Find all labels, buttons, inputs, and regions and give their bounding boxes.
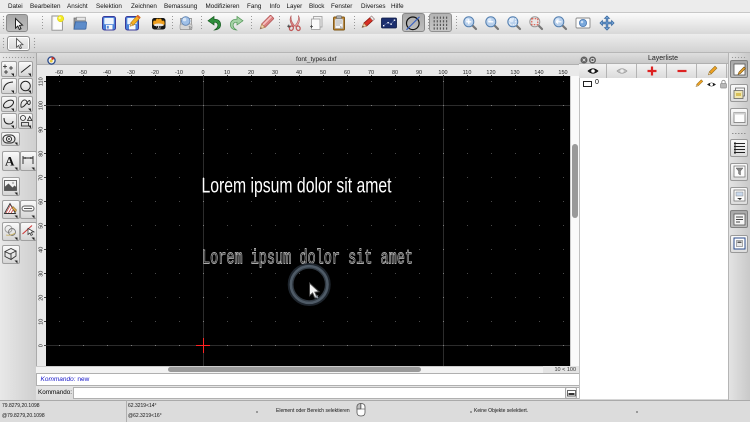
svg-text:100: 100 <box>39 101 45 110</box>
svg-text:10: 10 <box>39 319 45 325</box>
svg-text:50: 50 <box>39 223 45 229</box>
svg-text:40: 40 <box>39 247 45 253</box>
svg-text:90: 90 <box>39 127 45 133</box>
svg-text:60: 60 <box>39 199 45 205</box>
svg-text:20: 20 <box>39 295 45 301</box>
svg-text:0: 0 <box>39 344 45 347</box>
svg-text:Lorem ipsum dolor sit amet: Lorem ipsum dolor sit amet <box>202 175 392 198</box>
svg-text:A: A <box>5 153 15 168</box>
svg-text:80: 80 <box>39 151 45 157</box>
svg-text:110: 110 <box>39 77 45 86</box>
svg-text:70: 70 <box>39 175 45 181</box>
svg-text:30: 30 <box>39 271 45 277</box>
